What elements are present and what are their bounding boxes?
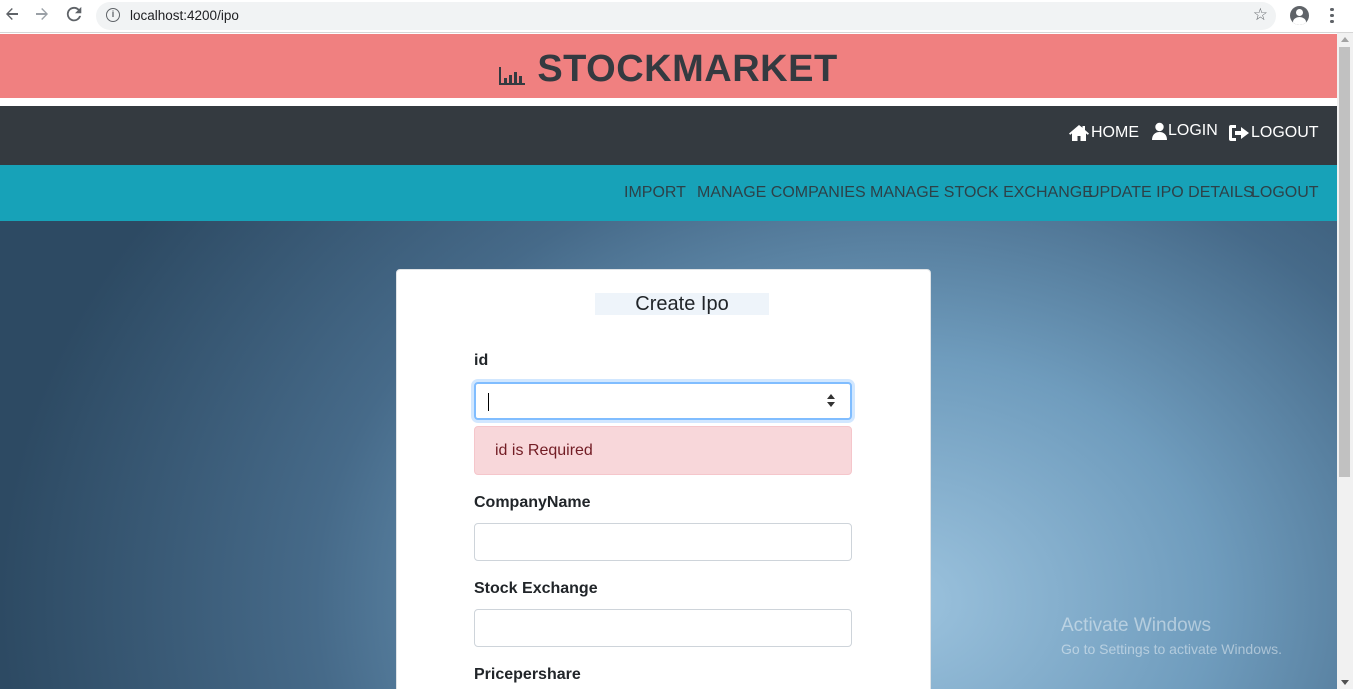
info-icon[interactable]: i	[106, 8, 120, 22]
address-bar[interactable]: i localhost:4200/ipo ☆	[96, 2, 1276, 30]
nav-admin-logout[interactable]: LOGOUT	[1251, 184, 1319, 202]
nav-manage-companies[interactable]: MANAGE COMPANIES	[697, 184, 866, 202]
arrow-right-icon[interactable]	[32, 6, 52, 26]
nav-manage-stock-exchange[interactable]: MANAGE STOCK EXCHANGE	[870, 184, 1093, 202]
brand-title: STOCKMARKET	[537, 48, 838, 90]
number-spinner[interactable]	[826, 394, 836, 410]
brand[interactable]: STOCKMARKET	[499, 47, 837, 91]
company-name-label: CompanyName	[474, 494, 591, 511]
company-name-input[interactable]	[474, 523, 852, 561]
create-ipo-card: Create Ipo id id is Required CompanyName…	[396, 269, 931, 689]
id-error-alert: id is Required	[474, 426, 852, 475]
scroll-up-arrow[interactable]	[1341, 37, 1349, 42]
star-icon[interactable]: ☆	[1253, 5, 1268, 25]
scroll-thumb[interactable]	[1339, 47, 1350, 477]
nav-logout[interactable]: LOGOUT	[1228, 124, 1319, 142]
id-input[interactable]	[474, 382, 852, 420]
brand-banner: STOCKMARKET	[0, 34, 1337, 98]
watermark-line1: Activate Windows	[1061, 615, 1211, 636]
profile-icon[interactable]	[1290, 6, 1309, 25]
page-scrollbar[interactable]	[1337, 33, 1353, 689]
form-title: Create Ipo	[595, 293, 769, 315]
browser-toolbar: i localhost:4200/ipo ☆	[0, 0, 1353, 33]
price-per-share-label: Pricepershare	[474, 666, 581, 683]
header-divider	[0, 98, 1337, 106]
nav-home-label: HOME	[1091, 124, 1139, 141]
watermark-line2: Go to Settings to activate Windows.	[1061, 641, 1282, 657]
url-text: localhost:4200/ipo	[130, 8, 239, 23]
id-label: id	[474, 352, 489, 369]
nav-login-label: LOGIN	[1168, 122, 1218, 139]
arrow-left-icon[interactable]	[2, 6, 22, 26]
nav-update-ipo-details[interactable]: UPDATE IPO DETAILS	[1088, 184, 1254, 202]
nav-import[interactable]: IMPORT	[624, 184, 686, 202]
admin-navbar: IMPORT MANAGE COMPANIES MANAGE STOCK EXC…	[0, 165, 1337, 221]
more-menu-icon[interactable]	[1328, 5, 1336, 27]
home-icon	[1069, 125, 1089, 141]
stock-exchange-input[interactable]	[474, 609, 852, 647]
logout-icon	[1229, 125, 1249, 141]
scroll-down-arrow[interactable]	[1341, 680, 1349, 685]
top-navbar: HOME LOGIN LOGOUT	[0, 106, 1337, 165]
text-caret	[488, 393, 489, 411]
activate-windows-watermark: Activate Windows Go to Settings to activ…	[1061, 615, 1282, 657]
bar-chart-icon	[499, 67, 526, 85]
user-icon	[1152, 122, 1167, 140]
nav-logout-label: LOGOUT	[1251, 124, 1319, 141]
nav-login[interactable]: LOGIN	[1152, 122, 1218, 140]
stock-exchange-label: Stock Exchange	[474, 580, 598, 597]
reload-icon[interactable]	[64, 6, 84, 26]
nav-home[interactable]: HOME	[1068, 124, 1139, 142]
